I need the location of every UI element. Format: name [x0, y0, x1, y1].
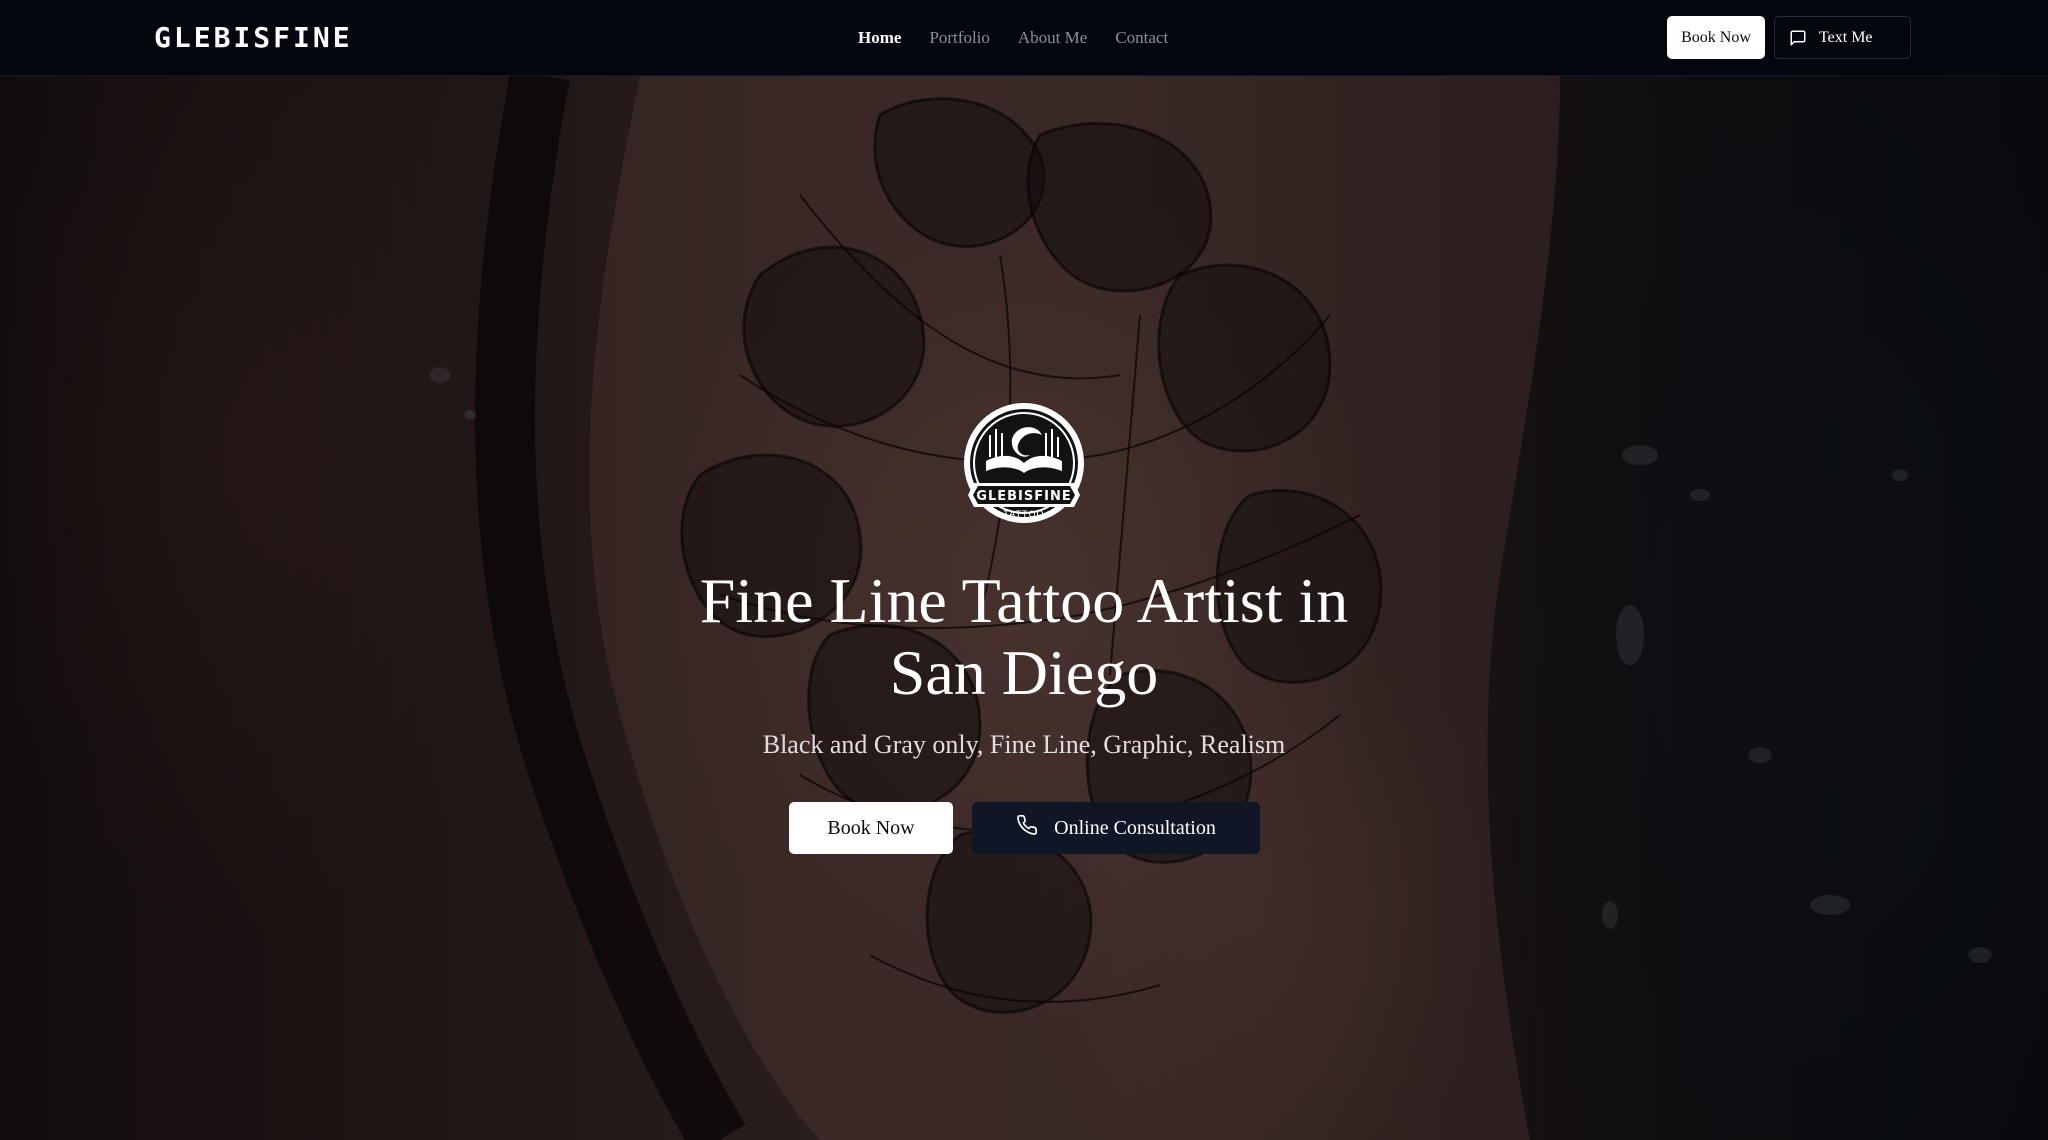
hero-title-line-1: Fine Line Tattoo Artist in	[699, 565, 1349, 636]
hero-subtitle: Black and Gray only, Fine Line, Graphic,…	[762, 730, 1286, 759]
nav-home[interactable]: Home	[858, 24, 901, 52]
nav-portfolio[interactable]: Portfolio	[929, 24, 989, 52]
main-nav: Home Portfolio About Me Contact	[858, 24, 1168, 52]
nav-about-me[interactable]: About Me	[1018, 24, 1087, 52]
top-navbar: GLEBISFINE Home Portfolio About Me Conta…	[0, 0, 2048, 76]
message-square-icon	[1789, 29, 1807, 47]
hero-section: GLEBISFINE TATTOO Fine Line Tattoo Artis…	[0, 75, 2048, 1140]
hero-book-now-button[interactable]: Book Now	[789, 802, 953, 854]
nav-contact[interactable]: Contact	[1115, 24, 1168, 52]
online-consultation-button[interactable]: Online Consultation	[972, 802, 1260, 854]
badge-brand-text: GLEBISFINE	[976, 489, 1071, 504]
header-text-me-button[interactable]: Text Me	[1774, 16, 1911, 59]
brand-logo-text[interactable]: GLEBISFINE	[154, 20, 353, 56]
glebisfine-tattoo-badge-logo: GLEBISFINE TATTOO	[964, 403, 1084, 523]
online-consultation-label: Online Consultation	[1054, 816, 1216, 839]
hero-title: Fine Line Tattoo Artist in San Diego	[524, 565, 1524, 709]
header-book-now-button[interactable]: Book Now	[1667, 16, 1765, 59]
badge-sub-text: TATTOO	[1002, 510, 1044, 520]
hero-title-line-2: San Diego	[889, 637, 1159, 708]
text-me-label: Text Me	[1819, 28, 1873, 46]
phone-icon	[1016, 814, 1038, 842]
